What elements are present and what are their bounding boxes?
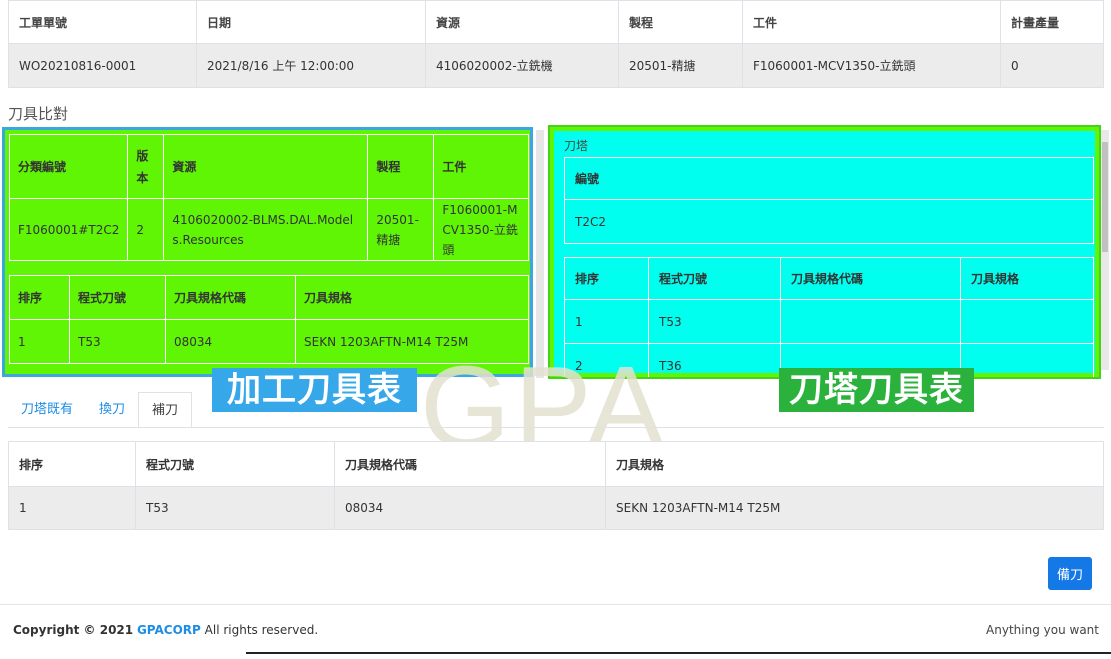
copyright-text: Copyright © 2021 [13, 623, 134, 637]
tab-change-tool[interactable]: 換刀 [86, 392, 138, 428]
turret-spec [960, 343, 1094, 377]
tool-category-table: 分類編號 版本 資源 製程 工件 F1060001#T2C2 2 4106020… [8, 134, 529, 261]
footer: Copyright © 2021 GPACORP All rights rese… [0, 604, 1111, 652]
turret-tool-list-label: 刀塔刀具表 [779, 368, 974, 412]
work-order-no: WO20210816-0001 [8, 43, 197, 88]
header-planned-qty: 計畫產量 [1000, 0, 1104, 44]
header-workpiece: 工件 [433, 134, 529, 199]
turret-spec [960, 299, 1094, 344]
header-process: 製程 [367, 134, 435, 199]
turret-spec-code [780, 299, 961, 344]
footer-copyright: Copyright © 2021 GPACORP All rights rese… [13, 623, 318, 637]
tool-order: 1 [9, 319, 70, 364]
header-tool-spec: 刀具規格 [605, 441, 1104, 487]
brand-link[interactable]: GPACORP [137, 623, 201, 637]
turret-legend: 刀塔 [564, 139, 589, 153]
turret-tools-header-row: 排序 程式刀號 刀具規格代碼 刀具規格 [564, 257, 1094, 300]
work-order-table: 工單單號 日期 資源 製程 工件 計畫產量 WO20210816-0001 20… [8, 0, 1104, 88]
turret-code-table: 編號 T2C2 [564, 157, 1094, 244]
category-resource: 4106020002-BLMS.DAL.Models.Resources [163, 198, 369, 261]
header-resource: 資源 [163, 134, 369, 199]
tab-turret-existing[interactable]: 刀塔既有 [8, 392, 86, 428]
header-work-order-no: 工單單號 [8, 0, 197, 44]
category-process: 20501-精搪 [367, 198, 435, 261]
add-tool-header-row: 排序 程式刀號 刀具規格代碼 刀具規格 [8, 441, 1104, 487]
header-tool-spec: 刀具規格 [960, 257, 1094, 300]
header-turret-code: 編號 [564, 157, 1094, 200]
header-program-tool-no: 程式刀號 [69, 275, 166, 320]
add-tool-table: 排序 程式刀號 刀具規格代碼 刀具規格 1 T53 08034 SEKN 120… [8, 441, 1104, 530]
prepare-tool-button[interactable]: 備刀 [1048, 557, 1092, 590]
header-resource: 資源 [425, 0, 619, 44]
machining-tools-header-row: 排序 程式刀號 刀具規格代碼 刀具規格 [9, 275, 529, 320]
turret-order: 1 [564, 299, 649, 344]
table-row[interactable]: 1 T53 [564, 299, 1094, 344]
tool-category-header-row: 分類編號 版本 資源 製程 工件 [8, 134, 529, 199]
section-title: 刀具比對 [8, 105, 69, 123]
turret-program-no: T53 [648, 299, 781, 344]
header-program-tool-no: 程式刀號 [135, 441, 335, 487]
tool-spec-code: 08034 [165, 319, 296, 364]
tool-action-tabs: 刀塔既有 換刀 補刀 [8, 392, 193, 428]
header-category-no: 分類編號 [8, 134, 129, 199]
header-workpiece: 工件 [742, 0, 1001, 44]
turret-code-value: T2C2 [564, 199, 1094, 244]
rights-text: All rights reserved. [204, 623, 319, 637]
turret-panel-scrollbar[interactable] [1101, 130, 1109, 370]
add-tool-program-no: T53 [135, 486, 335, 530]
header-tool-spec-code: 刀具規格代碼 [780, 257, 961, 300]
work-order-process: 20501-精搪 [618, 43, 743, 88]
header-tool-spec-code: 刀具規格代碼 [165, 275, 296, 320]
header-order: 排序 [8, 441, 136, 487]
machining-tool-list-label: 加工刀具表 [212, 368, 417, 412]
work-order-planned-qty: 0 [1000, 43, 1104, 88]
turret-fieldset: 刀塔 編號 T2C2 排序 程式刀號 刀具規格代碼 刀具規格 1 T53 2 T… [554, 131, 1095, 377]
header-tool-spec: 刀具規格 [295, 275, 529, 320]
header-process: 製程 [618, 0, 743, 44]
table-row[interactable]: 1 T53 08034 SEKN 1203AFTN-M14 T25M [8, 486, 1104, 530]
table-row[interactable]: T2C2 [564, 199, 1094, 244]
work-order-date: 2021/8/16 上午 12:00:00 [196, 43, 426, 88]
turret-code-header-row: 編號 [564, 157, 1094, 200]
header-order: 排序 [9, 275, 70, 320]
category-version: 2 [127, 198, 165, 261]
tool-program-no: T53 [69, 319, 166, 364]
work-order-resource: 4106020002-立銑機 [425, 43, 619, 88]
header-tool-spec-code: 刀具規格代碼 [334, 441, 606, 487]
table-row[interactable]: WO20210816-0001 2021/8/16 上午 12:00:00 41… [8, 43, 1104, 88]
tabs-divider [8, 427, 1104, 428]
bottom-border [246, 652, 1111, 654]
category-no: F1060001#T2C2 [8, 198, 129, 261]
tab-add-tool[interactable]: 補刀 [138, 392, 193, 428]
header-program-tool-no: 程式刀號 [648, 257, 781, 300]
table-row[interactable]: F1060001#T2C2 2 4106020002-BLMS.DAL.Mode… [8, 198, 529, 261]
header-version: 版本 [127, 134, 165, 199]
category-workpiece: F1060001-MCV1350-立銑頭 [433, 198, 529, 261]
header-date: 日期 [196, 0, 426, 44]
add-tool-spec: SEKN 1203AFTN-M14 T25M [605, 486, 1104, 530]
work-order-header-row: 工單單號 日期 資源 製程 工件 計畫產量 [8, 0, 1104, 44]
work-order-workpiece: F1060001-MCV1350-立銑頭 [742, 43, 1001, 88]
footer-right-text: Anything you want [986, 623, 1099, 637]
scrollbar-thumb[interactable] [1102, 142, 1108, 252]
header-order: 排序 [564, 257, 649, 300]
add-tool-order: 1 [8, 486, 136, 530]
add-tool-spec-code: 08034 [334, 486, 606, 530]
